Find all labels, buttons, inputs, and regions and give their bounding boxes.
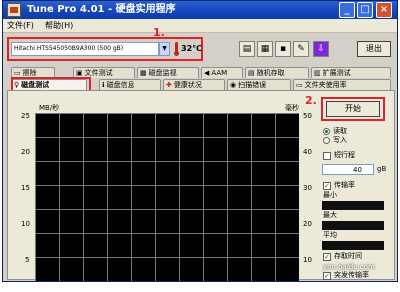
speaker-icon: ◀ [204, 69, 210, 77]
start-button[interactable]: 开始 [326, 101, 380, 117]
menu-bar: 文件(F) 帮助(H) [3, 19, 397, 33]
min-label: 最小 [323, 191, 337, 199]
save-icon[interactable]: ▪ [275, 41, 291, 57]
maximize-button[interactable]: □ [357, 2, 373, 18]
burst-rate-label: 突发传输率 [334, 271, 369, 279]
max-value-box [322, 221, 384, 230]
burst-rate-checkbox[interactable]: ✓ [323, 272, 331, 280]
menu-help[interactable]: 帮助(H) [45, 20, 73, 31]
info-icon: ℹ [102, 81, 105, 89]
avg-value-box [322, 241, 384, 250]
exit-button[interactable]: 退出 [357, 41, 391, 57]
tab-error-scan[interactable]: ◉ 扫描错误 [227, 79, 291, 90]
copy-screen-icon[interactable]: ▦ [257, 41, 273, 57]
toolbar: Hitachi HTS545050B9A300 (500 gB) ▼ 32℃ ▤… [3, 33, 397, 63]
access-time-checkbox[interactable]: ✓ [323, 253, 331, 261]
thermometer-icon [174, 42, 179, 56]
tab-disk-monitor[interactable]: ▦ 磁盘监视 [137, 67, 199, 78]
window-title: Tune Pro 4.01 - 硬盘实用程序 [27, 4, 176, 15]
drive-select[interactable]: Hitachi HTS545050B9A300 (500 gB) [11, 42, 159, 56]
tab-disk-info[interactable]: ℹ 磁盘信息 [99, 79, 161, 90]
avg-label: 平均 [323, 231, 337, 239]
benchmark-graph [35, 113, 299, 281]
menu-file[interactable]: 文件(F) [7, 20, 34, 31]
read-label: 读取 [333, 127, 347, 135]
app-icon [7, 3, 21, 17]
access-time-label: 存取时间 [334, 252, 362, 260]
step-marker-2: 2. [305, 94, 317, 107]
max-label: 最大 [323, 211, 337, 219]
right-tick: 40 [303, 148, 312, 156]
tab-extra-tests[interactable]: ▥ 扩展测试 [311, 67, 391, 78]
monitor-icon: ▦ [140, 69, 147, 77]
options-icon[interactable]: ✎ [293, 41, 309, 57]
drive-temperature: 32℃ [181, 44, 202, 53]
tab-health[interactable]: ✚ 健康状况 [163, 79, 225, 90]
min-value-box [322, 201, 384, 210]
short-test-value: 40 [353, 166, 362, 174]
short-test-spinner[interactable]: 40 [322, 164, 374, 175]
app-window: Tune Pro 4.01 - 硬盘实用程序 _ □ × 文件(F) 帮助(H)… [2, 0, 398, 282]
left-tick: 25 [21, 112, 30, 120]
copy-info-icon[interactable]: ▤ [239, 41, 255, 57]
read-radio[interactable] [323, 128, 330, 135]
tab-random-access[interactable]: ▤ 随机存取 [245, 67, 309, 78]
left-tick: 15 [21, 184, 30, 192]
write-label: 写入 [333, 136, 347, 144]
minimize-button[interactable]: _ [339, 2, 355, 18]
watermark-text: yan.baidu.com [323, 263, 375, 271]
tab-folder-usage[interactable]: ▭ 文件夹使用率 [293, 79, 391, 90]
step-marker-1: 1. [153, 26, 165, 39]
left-axis-unit: MB/秒 [39, 104, 60, 112]
scan-icon: ◉ [230, 81, 237, 89]
random-access-icon: ▤ [248, 69, 255, 77]
folder-usage-icon: ▭ [296, 81, 303, 89]
left-tick: 20 [21, 148, 30, 156]
transfer-rate-label: 传输率 [334, 181, 355, 189]
title-bar: Tune Pro 4.01 - 硬盘实用程序 _ □ × [3, 1, 397, 19]
short-test-label: 短行程 [334, 151, 355, 159]
close-button[interactable]: × [376, 2, 392, 18]
right-axis-unit: 毫秒 [285, 104, 299, 112]
download-icon[interactable]: ⇩ [313, 41, 329, 57]
short-test-unit: gB [377, 165, 387, 173]
right-tick: 30 [303, 184, 312, 192]
chevron-down-icon[interactable]: ▼ [159, 42, 170, 56]
left-tick: 10 [21, 220, 30, 228]
health-icon: ✚ [166, 81, 172, 89]
tab-aam[interactable]: ◀ AAM [201, 67, 243, 78]
right-tick: 50 [303, 112, 312, 120]
left-tick: 5 [25, 256, 30, 264]
right-tick: 20 [303, 220, 312, 228]
extra-tests-icon: ▥ [314, 69, 321, 77]
right-tick: 10 [303, 256, 312, 264]
transfer-rate-checkbox[interactable]: ✓ [323, 182, 331, 190]
write-radio[interactable] [323, 137, 330, 144]
short-test-checkbox[interactable] [323, 152, 331, 160]
